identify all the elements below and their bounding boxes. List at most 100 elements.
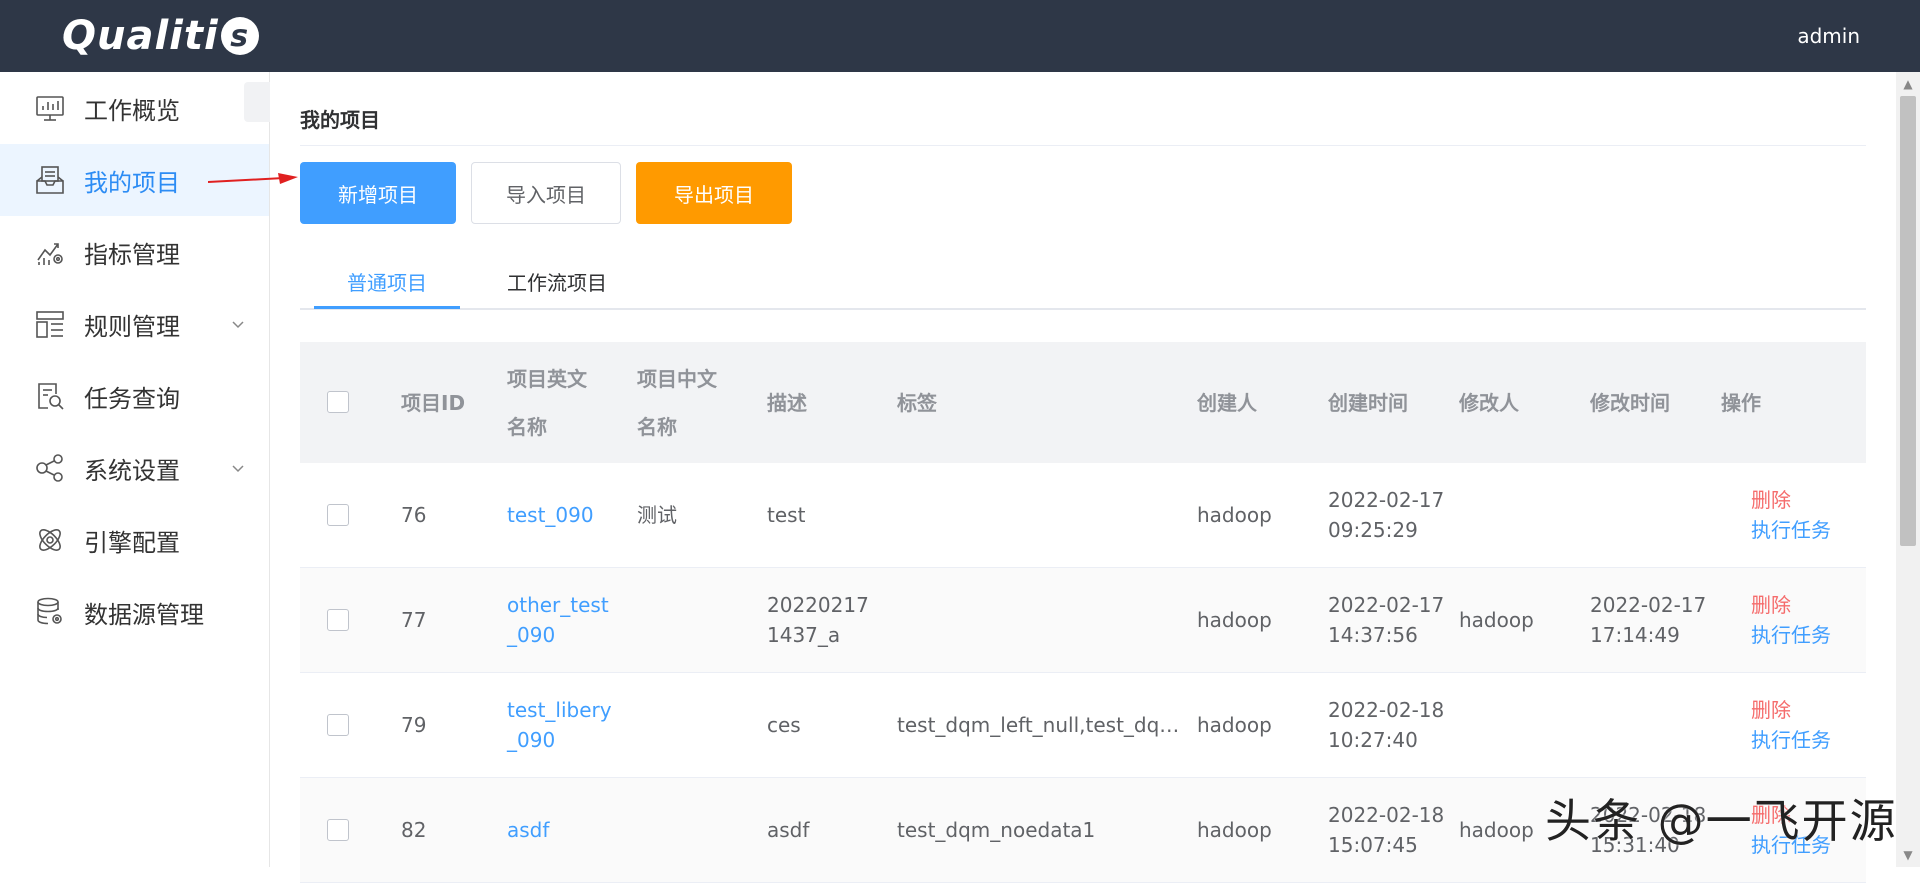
layout-list-icon — [34, 308, 66, 340]
cell-tags — [897, 568, 1193, 672]
run-task-link[interactable]: 执行任务 — [1751, 515, 1831, 545]
select-all-checkbox[interactable] — [327, 391, 349, 413]
column-header: 操作 — [1721, 390, 1761, 415]
sidebar-item-label: 规则管理 — [84, 312, 180, 341]
cell-desc: asdf — [767, 818, 810, 842]
cell-modifier: hadoop — [1459, 608, 1534, 632]
import-project-button[interactable]: 导入项目 — [471, 162, 621, 224]
sidebar-item-label: 工作概览 — [84, 96, 180, 125]
sidebar: 工作概览 我的项目 指标管理 规则管理 任务查询 系统设置 引擎配置 数据源管理 — [0, 72, 270, 867]
cell-desc: ces — [767, 713, 801, 737]
table-header: 项目ID 项目英文名称 项目中文名称 描述 标签 创建人 创建时间 修改人 修改… — [300, 342, 1866, 463]
chevron-down-icon[interactable] — [229, 459, 247, 477]
export-project-button[interactable]: 导出项目 — [636, 162, 792, 224]
scrollbar-thumb[interactable] — [1900, 96, 1916, 546]
column-header: 修改人 — [1459, 390, 1519, 415]
cell-creator: hadoop — [1197, 818, 1272, 842]
tab-workflow-projects[interactable]: 工作流项目 — [484, 252, 630, 310]
sidebar-item-metrics[interactable]: 指标管理 — [0, 216, 269, 288]
delete-link[interactable]: 删除 — [1751, 485, 1791, 515]
atom-icon — [34, 524, 66, 556]
row-actions: 删除 执行任务 — [1751, 673, 1861, 777]
cell-desc: 202202171437_a — [767, 593, 869, 647]
column-header: 描述 — [767, 390, 807, 415]
sidebar-item-label: 任务查询 — [84, 384, 180, 413]
page-title: 我的项目 — [300, 108, 380, 132]
logo-s: s — [220, 17, 259, 55]
sidebar-item-label: 系统设置 — [84, 456, 180, 485]
delete-link[interactable]: 删除 — [1751, 590, 1791, 620]
logo-text: Qualiti — [62, 13, 219, 59]
project-name-link[interactable]: test_090 — [507, 463, 617, 567]
run-task-link[interactable]: 执行任务 — [1751, 725, 1831, 755]
top-bar: Qualiti s admin — [0, 0, 1920, 72]
delete-link[interactable]: 删除 — [1751, 695, 1791, 725]
chevron-down-icon[interactable] — [229, 315, 247, 333]
tab-active-indicator — [314, 306, 460, 309]
sidebar-item-task-query[interactable]: 任务查询 — [0, 360, 269, 432]
cell-create-time: 2022-02-17 09:25:29 — [1328, 488, 1445, 542]
run-task-link[interactable]: 执行任务 — [1751, 620, 1831, 650]
project-name-link[interactable]: other_test_090 — [507, 568, 617, 672]
project-name-link[interactable]: test_libery_090 — [507, 673, 617, 777]
column-header: 项目ID — [401, 390, 466, 415]
inbox-tray-icon — [34, 164, 66, 196]
scroll-down-icon[interactable]: ▼ — [1896, 843, 1920, 867]
cell-modifier — [1459, 463, 1579, 567]
cell-modifier — [1459, 673, 1579, 777]
cell-desc: test — [767, 503, 806, 527]
column-header: 项目中文名称 — [637, 366, 717, 439]
column-header: 修改时间 — [1590, 390, 1670, 415]
project-name-link[interactable]: asdf — [507, 778, 617, 882]
cell-id: 82 — [401, 818, 427, 842]
column-header: 项目英文名称 — [507, 366, 587, 439]
user-menu[interactable]: admin — [1797, 24, 1860, 48]
monitor-chart-icon — [34, 92, 66, 124]
add-project-button[interactable]: 新增项目 — [300, 162, 456, 224]
sidebar-item-label: 数据源管理 — [84, 600, 204, 629]
cell-cn-name — [637, 778, 747, 882]
sidebar-item-label: 引擎配置 — [84, 528, 180, 557]
row-actions: 删除 执行任务 — [1751, 463, 1861, 567]
vertical-scrollbar[interactable]: ▲ ▼ — [1896, 72, 1920, 867]
sidebar-item-label: 指标管理 — [84, 240, 180, 269]
tab-normal-projects[interactable]: 普通项目 — [314, 252, 460, 310]
row-checkbox[interactable] — [327, 714, 349, 736]
cell-id: 76 — [401, 503, 427, 527]
cell-modify-time: 2022-02-17 17:14:49 — [1590, 593, 1707, 647]
cell-cn-name: 测试 — [637, 503, 677, 527]
table-row: 79 test_libery_090 ces test_dqm_left_nul… — [300, 673, 1866, 778]
cell-creator: hadoop — [1197, 608, 1272, 632]
cell-tags: test_dqm_left_null,test_dqm_… — [897, 713, 1193, 737]
document-search-icon — [34, 380, 66, 412]
row-checkbox[interactable] — [327, 609, 349, 631]
cell-modify-time — [1590, 673, 1712, 777]
row-checkbox[interactable] — [327, 504, 349, 526]
cell-create-time: 2022-02-18 15:07:45 — [1328, 803, 1445, 857]
cell-creator: hadoop — [1197, 713, 1272, 737]
sidebar-item-datasource[interactable]: 数据源管理 — [0, 576, 269, 648]
cell-create-time: 2022-02-18 10:27:40 — [1328, 698, 1445, 752]
divider — [300, 145, 1866, 146]
app-logo[interactable]: Qualiti s — [62, 13, 259, 59]
row-checkbox[interactable] — [327, 819, 349, 841]
sidebar-item-system-settings[interactable]: 系统设置 — [0, 432, 269, 504]
sidebar-item-overview[interactable]: 工作概览 — [0, 72, 269, 144]
sidebar-item-engine-config[interactable]: 引擎配置 — [0, 504, 269, 576]
watermark: 头条 @一飞开源 — [1545, 794, 1898, 848]
database-gear-icon — [34, 596, 66, 628]
scroll-up-icon[interactable]: ▲ — [1896, 72, 1920, 96]
cell-creator: hadoop — [1197, 503, 1272, 527]
cell-cn-name — [637, 673, 747, 777]
share-nodes-icon — [34, 452, 66, 484]
column-header: 创建时间 — [1328, 390, 1408, 415]
row-actions: 删除 执行任务 — [1751, 568, 1861, 672]
sidebar-item-rules[interactable]: 规则管理 — [0, 288, 269, 360]
chart-gear-icon — [34, 236, 66, 268]
table-row: 77 other_test_090 202202171437_a hadoop … — [300, 568, 1866, 673]
cell-create-time: 2022-02-17 14:37:56 — [1328, 593, 1445, 647]
cell-tags: test_dqm_noedata1 — [897, 818, 1096, 842]
column-header: 标签 — [897, 390, 937, 415]
project-tabs: 普通项目 工作流项目 — [300, 252, 1866, 310]
cell-id: 77 — [401, 608, 427, 632]
